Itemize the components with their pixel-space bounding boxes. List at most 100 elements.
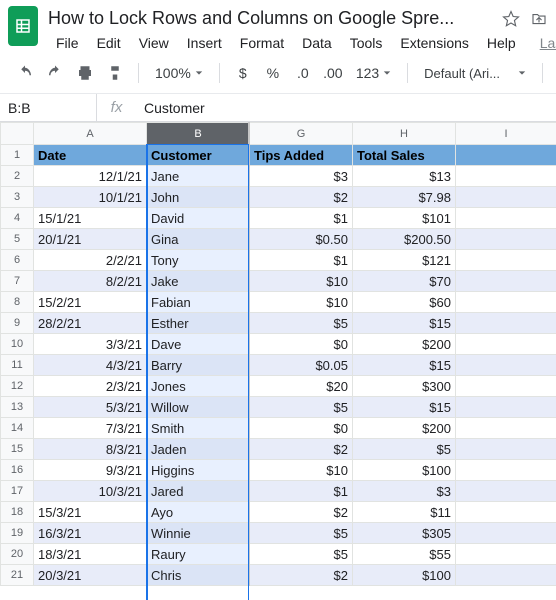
row-header[interactable]: 21 [1, 565, 34, 586]
currency-button[interactable]: $ [230, 60, 256, 86]
cell[interactable]: 7/3/21 [34, 418, 147, 439]
row-header[interactable]: 7 [1, 271, 34, 292]
cell[interactable]: $5 [250, 544, 353, 565]
cell[interactable]: $0 [250, 334, 353, 355]
cell[interactable]: Dave [147, 334, 250, 355]
cell[interactable]: John [147, 187, 250, 208]
cell[interactable]: 20/3/21 [34, 565, 147, 586]
redo-button[interactable] [42, 60, 68, 86]
cell[interactable]: $20 [250, 376, 353, 397]
cell[interactable] [456, 439, 556, 460]
cell[interactable]: $305 [353, 523, 456, 544]
cell[interactable]: 12/1/21 [34, 166, 147, 187]
cell[interactable]: 15/2/21 [34, 292, 147, 313]
cell[interactable]: 8/2/21 [34, 271, 147, 292]
undo-button[interactable] [12, 60, 38, 86]
cell[interactable] [456, 187, 556, 208]
menu-extensions[interactable]: Extensions [392, 33, 476, 53]
cell[interactable]: 20/1/21 [34, 229, 147, 250]
cell[interactable]: $200 [353, 418, 456, 439]
cell[interactable]: Date [34, 145, 147, 166]
cell[interactable]: $15 [353, 355, 456, 376]
cell[interactable]: $100 [353, 460, 456, 481]
cell[interactable] [456, 565, 556, 586]
cell[interactable] [456, 208, 556, 229]
menu-view[interactable]: View [131, 33, 177, 53]
cell[interactable]: Tips Added [250, 145, 353, 166]
cell[interactable]: Barry [147, 355, 250, 376]
cell[interactable] [456, 418, 556, 439]
row-header[interactable]: 8 [1, 292, 34, 313]
cell[interactable]: $55 [353, 544, 456, 565]
cell[interactable]: $0.50 [250, 229, 353, 250]
cell[interactable]: $10 [250, 271, 353, 292]
row-header[interactable]: 4 [1, 208, 34, 229]
row-header[interactable]: 9 [1, 313, 34, 334]
cell[interactable]: 28/2/21 [34, 313, 147, 334]
cell[interactable] [456, 523, 556, 544]
cell[interactable]: $60 [353, 292, 456, 313]
cell[interactable]: 8/3/21 [34, 439, 147, 460]
move-to-drive-icon[interactable] [530, 10, 548, 31]
col-header-H[interactable]: H [353, 123, 456, 145]
cell[interactable]: Jake [147, 271, 250, 292]
print-button[interactable] [72, 60, 98, 86]
row-header[interactable]: 1 [1, 145, 34, 166]
cell[interactable]: $300 [353, 376, 456, 397]
cell[interactable]: $2 [250, 565, 353, 586]
number-format-select[interactable]: 123 [350, 60, 397, 86]
cell[interactable] [456, 145, 556, 166]
cell[interactable] [456, 229, 556, 250]
name-box[interactable]: B:B [0, 94, 96, 121]
font-select[interactable]: Default (Ari... [418, 60, 532, 86]
row-header[interactable]: 6 [1, 250, 34, 271]
menu-data[interactable]: Data [294, 33, 340, 53]
cell[interactable] [456, 292, 556, 313]
row-header[interactable]: 16 [1, 460, 34, 481]
row-header[interactable]: 17 [1, 481, 34, 502]
cell[interactable]: Jane [147, 166, 250, 187]
row-header[interactable]: 14 [1, 418, 34, 439]
cell[interactable]: Jones [147, 376, 250, 397]
cell[interactable]: Customer [147, 145, 250, 166]
sheets-logo-icon[interactable] [8, 6, 38, 46]
row-header[interactable]: 15 [1, 439, 34, 460]
cell[interactable] [456, 502, 556, 523]
cell[interactable]: $1 [250, 481, 353, 502]
cell[interactable]: Jared [147, 481, 250, 502]
cell[interactable] [456, 460, 556, 481]
cell[interactable] [456, 376, 556, 397]
row-header[interactable]: 13 [1, 397, 34, 418]
cell[interactable]: $1 [250, 250, 353, 271]
cell[interactable]: $200.50 [353, 229, 456, 250]
cell[interactable] [456, 397, 556, 418]
cell[interactable]: $1 [250, 208, 353, 229]
cell[interactable]: $10 [250, 460, 353, 481]
cell[interactable] [456, 166, 556, 187]
row-header[interactable]: 2 [1, 166, 34, 187]
cell[interactable]: 3/3/21 [34, 334, 147, 355]
row-header[interactable]: 20 [1, 544, 34, 565]
menu-insert[interactable]: Insert [179, 33, 230, 53]
menu-tools[interactable]: Tools [342, 33, 391, 53]
menu-file[interactable]: File [48, 33, 87, 53]
cell[interactable]: 15/1/21 [34, 208, 147, 229]
formula-input[interactable]: Customer [136, 100, 556, 116]
row-header[interactable]: 18 [1, 502, 34, 523]
cell[interactable]: Chris [147, 565, 250, 586]
cell[interactable]: 2/2/21 [34, 250, 147, 271]
cell[interactable]: Smith [147, 418, 250, 439]
cell[interactable]: Winnie [147, 523, 250, 544]
cell[interactable]: Jaden [147, 439, 250, 460]
cell[interactable] [456, 271, 556, 292]
cell[interactable] [456, 334, 556, 355]
row-header[interactable]: 10 [1, 334, 34, 355]
cell[interactable]: Raury [147, 544, 250, 565]
sheet-grid[interactable]: A B G H I 1DateCustomerTips AddedTotal S… [0, 122, 556, 586]
row-header[interactable]: 19 [1, 523, 34, 544]
cell[interactable]: $200 [353, 334, 456, 355]
cell[interactable]: $2 [250, 502, 353, 523]
cell[interactable]: $15 [353, 397, 456, 418]
select-all-corner[interactable] [1, 123, 34, 145]
cell[interactable]: $7.98 [353, 187, 456, 208]
